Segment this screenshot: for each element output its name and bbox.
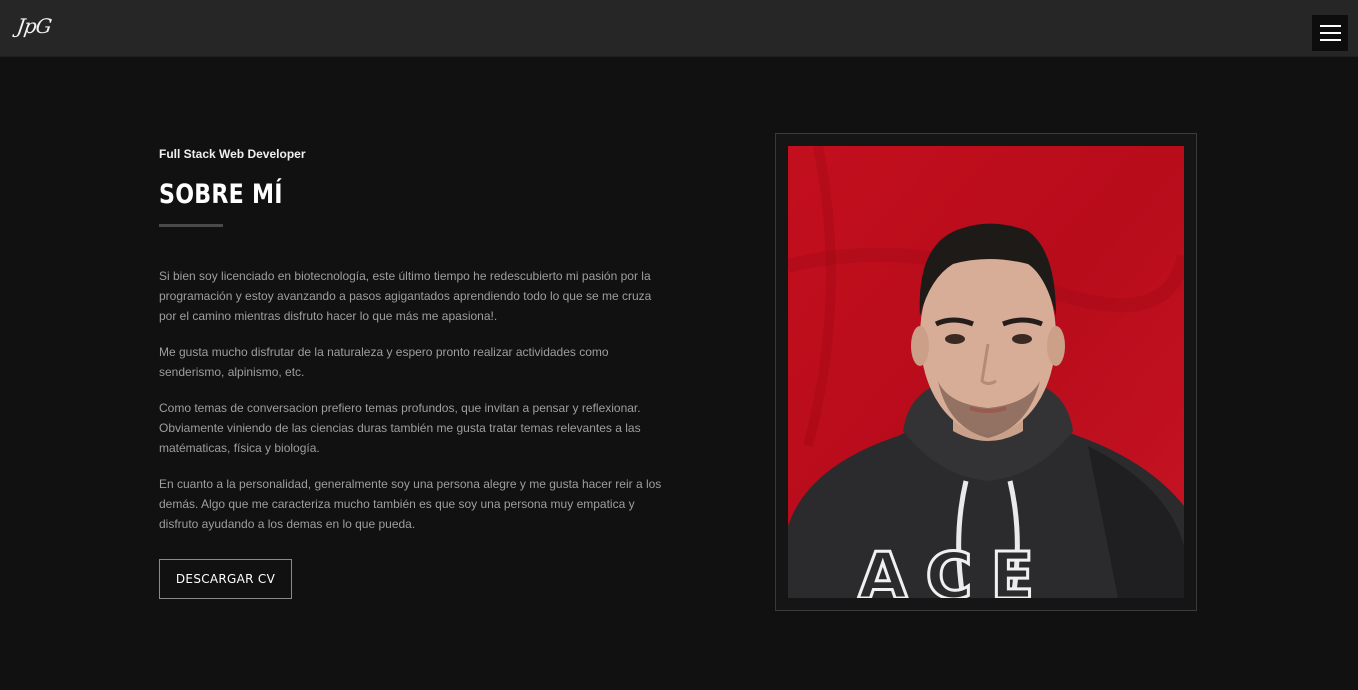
about-subtitle: Full Stack Web Developer bbox=[159, 147, 306, 161]
menu-line bbox=[1320, 32, 1341, 34]
menu-line bbox=[1320, 39, 1341, 41]
menu-line bbox=[1320, 25, 1341, 27]
about-paragraph: Me gusta mucho disfrutar de la naturalez… bbox=[159, 345, 609, 379]
profile-photo: ACE bbox=[788, 146, 1184, 598]
about-title: SOBRE MÍ bbox=[159, 179, 283, 210]
about-paragraph: En cuanto a la personalidad, generalment… bbox=[159, 477, 662, 531]
hoodie-print-text: ACE bbox=[858, 540, 1052, 598]
about-paragraph: Si bien soy licenciado en biotecnología,… bbox=[159, 269, 652, 323]
site-logo[interactable]: JpG bbox=[15, 13, 52, 39]
profile-photo-frame: ACE bbox=[775, 133, 1197, 611]
about-paragraph: Como temas de conversacion prefiero tema… bbox=[159, 401, 641, 455]
hamburger-menu-button[interactable] bbox=[1312, 15, 1348, 51]
download-cv-button[interactable]: DESCARGAR CV bbox=[159, 559, 292, 599]
title-underline bbox=[159, 224, 223, 227]
top-navbar: JpG bbox=[0, 0, 1358, 57]
